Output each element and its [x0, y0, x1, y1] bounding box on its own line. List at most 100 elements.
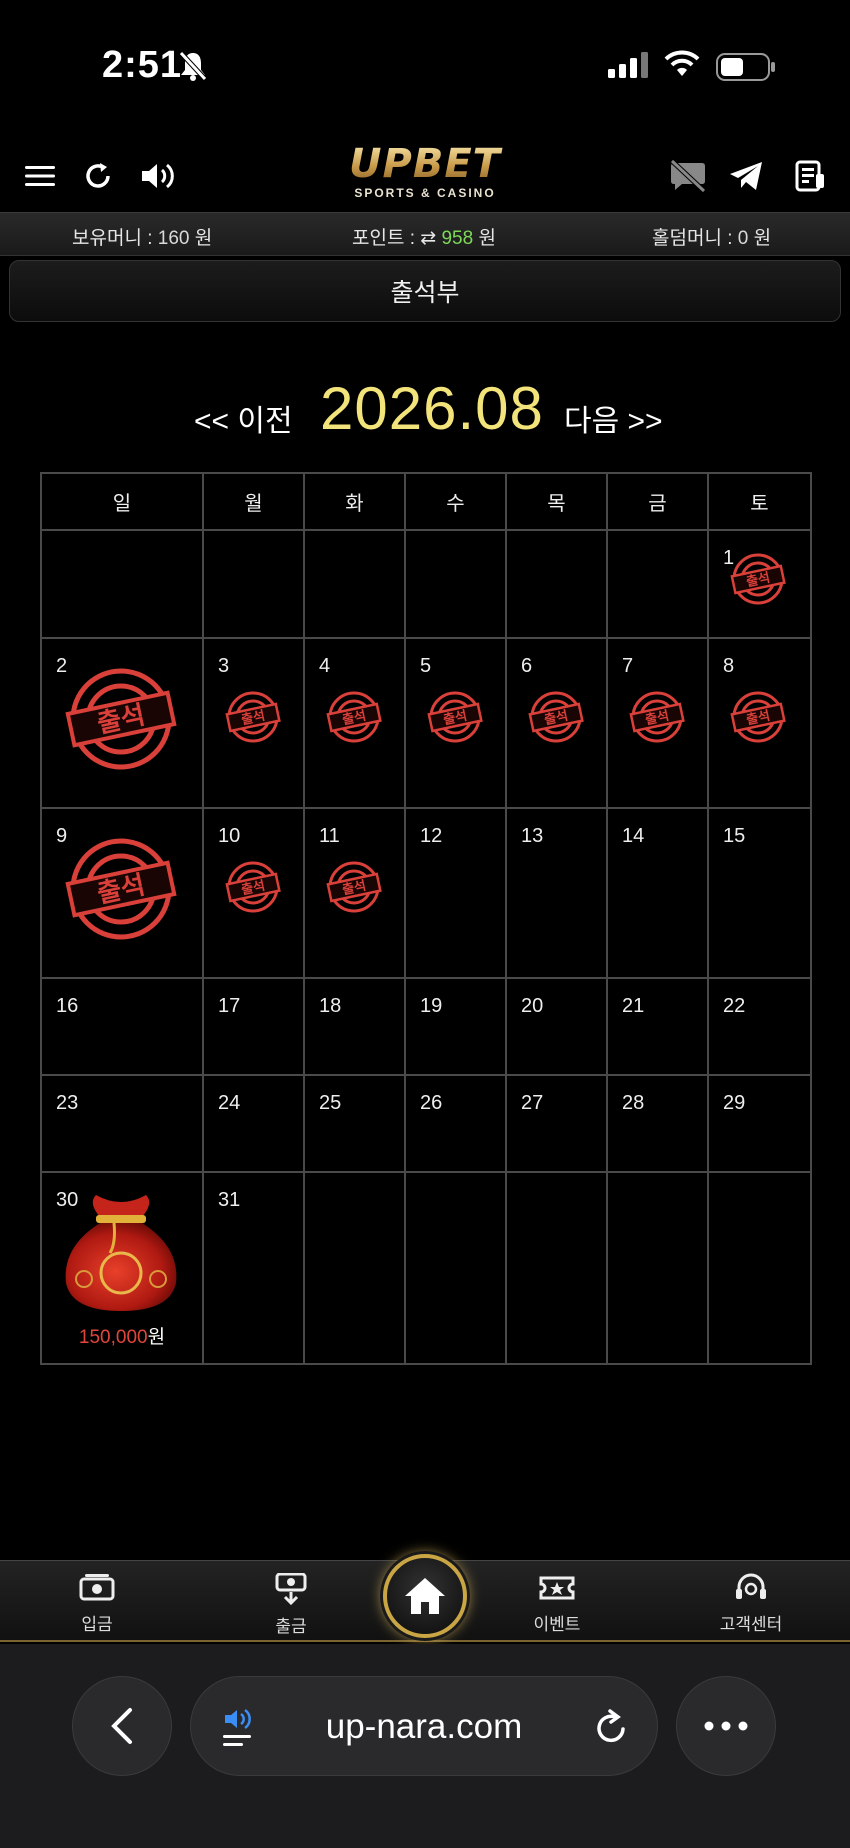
calendar-empty-cell [202, 529, 305, 639]
notice-list-icon[interactable] [788, 154, 832, 198]
attendance-stamp-icon: 출석 [222, 859, 284, 920]
brand-logo[interactable]: UPBET SPORTS & CASINO [338, 144, 512, 200]
calendar-day-cell[interactable]: 20 [505, 977, 608, 1076]
calendar-empty-cell [40, 529, 204, 639]
calendar-day-cell[interactable]: 19 [404, 977, 507, 1076]
calendar-day-cell[interactable]: 17 [202, 977, 305, 1076]
cell-signal-icon [608, 52, 650, 83]
calendar-day-cell[interactable]: 5 출석 [404, 637, 507, 809]
calendar-day-cell[interactable]: 21 [606, 977, 709, 1076]
browser-back-button[interactable] [72, 1676, 172, 1776]
calendar-empty-cell [707, 1171, 812, 1365]
calendar-day-cell[interactable]: 1 출석 [707, 529, 812, 639]
day-number: 26 [420, 1092, 443, 1114]
calendar-day-cell[interactable]: 31 [202, 1171, 305, 1365]
telegram-icon[interactable] [724, 154, 768, 198]
home-button[interactable] [383, 1554, 467, 1638]
day-number: 21 [622, 995, 645, 1017]
calendar-day-cell[interactable]: 9 출석 [40, 807, 204, 979]
calendar-day-cell[interactable]: 15 [707, 807, 812, 979]
reward-amount-unit: 원 [147, 1327, 166, 1348]
deposit-button[interactable]: 입금 [52, 1573, 142, 1635]
attendance-stamp-icon: 출석 [727, 689, 789, 750]
browser-more-button[interactable] [676, 1676, 776, 1776]
current-month: 2026.08 [320, 375, 544, 442]
battery-icon [716, 52, 776, 87]
calendar-day-cell[interactable]: 27 [505, 1074, 608, 1173]
refresh-icon[interactable] [76, 154, 120, 198]
calendar-empty-cell [303, 1171, 406, 1365]
calendar-day-cell[interactable]: 22 [707, 977, 812, 1076]
calendar-empty-cell [505, 529, 608, 639]
calendar-day-cell[interactable]: 8 출석 [707, 637, 812, 809]
reward-amount: 150,000원 [42, 1322, 202, 1349]
calendar-day-cell[interactable]: 26 [404, 1074, 507, 1173]
weekday-header: 금 [606, 472, 709, 531]
holdem-money: 홀덤머니 : 0 원 [652, 228, 772, 249]
day-number: 25 [319, 1092, 342, 1114]
calendar-day-cell[interactable]: 14 [606, 807, 709, 979]
day-number: 3 [218, 655, 230, 677]
day-number: 29 [723, 1092, 746, 1114]
calendar-day-cell[interactable]: 10 출석 [202, 807, 305, 979]
address-bar[interactable]: up-nara.com [190, 1676, 658, 1776]
support-button[interactable]: 고객센터 [706, 1573, 796, 1635]
events-button[interactable]: 이벤트 [512, 1573, 602, 1635]
day-number: 7 [622, 655, 634, 677]
day-number: 28 [622, 1092, 645, 1114]
weekday-header-row: 일 월 화 수 목 금 토 [40, 472, 812, 531]
day-number: 5 [420, 655, 432, 677]
deposit-icon [79, 1574, 115, 1601]
day-number: 20 [521, 995, 544, 1017]
calendar-day-cell[interactable]: 28 [606, 1074, 709, 1173]
calendar-day-cell[interactable]: 30 150,000원 [40, 1171, 204, 1365]
calendar-day-cell[interactable]: 4 출석 [303, 637, 406, 809]
calendar-day-cell[interactable]: 16 [40, 977, 204, 1076]
day-number: 19 [420, 995, 443, 1017]
brand-name: UPBET [338, 144, 512, 184]
calendar-week-row: 30 150,000원 31 [40, 1171, 812, 1365]
calendar-day-cell[interactable]: 23 [40, 1074, 204, 1173]
calendar-day-cell[interactable]: 11 출석 [303, 807, 406, 979]
menu-icon[interactable] [18, 154, 62, 198]
calendar-day-cell[interactable]: 12 [404, 807, 507, 979]
withdraw-button[interactable]: 출금 [246, 1572, 336, 1637]
calendar-empty-cell [606, 1171, 709, 1365]
more-dots-icon [704, 1721, 748, 1731]
calendar-day-cell[interactable]: 2 출석 [40, 637, 204, 809]
day-number: 17 [218, 995, 241, 1017]
day-number: 24 [218, 1092, 241, 1114]
calendar-day-cell[interactable]: 13 [505, 807, 608, 979]
calendar-day-cell[interactable]: 3 출석 [202, 637, 305, 809]
day-number: 13 [521, 825, 544, 847]
calendar-day-cell[interactable]: 24 [202, 1074, 305, 1173]
chat-off-icon[interactable] [666, 154, 710, 198]
calendar-day-cell[interactable]: 25 [303, 1074, 406, 1173]
day-number: 4 [319, 655, 331, 677]
ticket-star-icon [539, 1576, 575, 1600]
reload-icon[interactable] [593, 1707, 629, 1752]
wifi-icon [664, 50, 700, 83]
day-number: 10 [218, 825, 241, 847]
calendar-day-cell[interactable]: 29 [707, 1074, 812, 1173]
deposit-label: 입금 [81, 1615, 113, 1634]
withdraw-label: 출금 [275, 1617, 307, 1636]
calendar-empty-cell [505, 1171, 608, 1365]
sound-icon[interactable] [138, 154, 182, 198]
calendar-week-row: 16 17 18 19 20 21 22 [40, 977, 812, 1076]
calendar-day-cell[interactable]: 18 [303, 977, 406, 1076]
weekday-header: 월 [202, 472, 305, 531]
attendance-stamp-icon: 출석 [727, 551, 789, 612]
point-exchange-icon[interactable]: ⇄ [420, 228, 436, 249]
bell-muted-icon [178, 50, 208, 87]
browser-toolbar: up-nara.com [0, 1644, 850, 1848]
calendar-day-cell[interactable]: 6 출석 [505, 637, 608, 809]
next-month-button[interactable]: 다음 >> [564, 396, 663, 440]
holding-money-value: 160 [157, 228, 190, 249]
prev-month-button[interactable]: << 이전 [194, 396, 293, 440]
support-label: 고객센터 [719, 1615, 783, 1634]
calendar-week-row: 1 출석 [40, 529, 812, 639]
attendance-stamp-icon: 출석 [626, 689, 688, 750]
attendance-stamp-icon: 출석 [323, 689, 385, 750]
calendar-day-cell[interactable]: 7 출석 [606, 637, 709, 809]
